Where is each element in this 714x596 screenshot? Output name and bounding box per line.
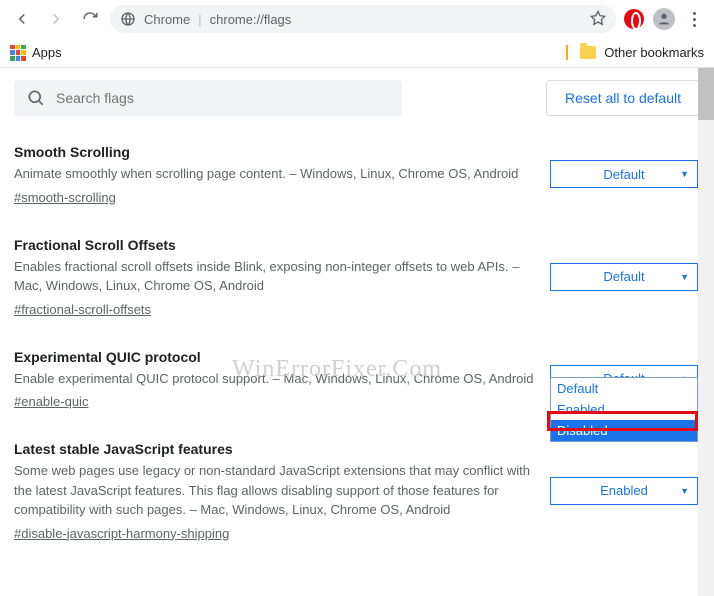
dropdown-option[interactable]: Default xyxy=(551,378,697,399)
folder-icon xyxy=(580,46,596,59)
flag-description: Animate smoothly when scrolling page con… xyxy=(14,164,534,184)
flag-description: Enables fractional scroll offsets inside… xyxy=(14,257,534,296)
flag-title: Experimental QUIC protocol xyxy=(14,349,534,365)
flag-title: Smooth Scrolling xyxy=(14,144,534,160)
flag-select[interactable]: Enabled xyxy=(550,477,698,505)
forward-button[interactable] xyxy=(42,5,70,33)
search-input[interactable] xyxy=(56,90,390,106)
flag-title: Fractional Scroll Offsets xyxy=(14,237,534,253)
flag-title: Latest stable JavaScript features xyxy=(14,441,534,457)
search-icon xyxy=(26,88,46,108)
reset-all-button[interactable]: Reset all to default xyxy=(546,80,700,116)
flag-item: Smooth Scrolling Animate smoothly when sc… xyxy=(14,144,700,205)
flag-item: Fractional Scroll Offsets Enables fractio… xyxy=(14,237,700,317)
flag-anchor[interactable]: #smooth-scrolling xyxy=(14,190,116,205)
flag-anchor[interactable]: #fractional-scroll-offsets xyxy=(14,302,151,317)
flag-description: Enable experimental QUIC protocol suppor… xyxy=(14,369,534,389)
flag-dropdown: DefaultEnabledDisabled xyxy=(550,377,698,442)
addr-url: chrome://flags xyxy=(210,12,292,27)
extension-opera-icon[interactable] xyxy=(622,7,646,31)
flag-select[interactable]: Default xyxy=(550,160,698,188)
bookmark-star-icon[interactable] xyxy=(590,10,606,29)
other-bookmarks[interactable]: Other bookmarks xyxy=(604,45,704,60)
dropdown-option[interactable]: Enabled xyxy=(551,399,697,420)
flag-item: Latest stable JavaScript features Some we… xyxy=(14,441,700,541)
scrollbar-thumb[interactable] xyxy=(698,68,714,120)
addr-separator: | xyxy=(198,12,201,27)
bookmarks-bar: Apps Other bookmarks xyxy=(0,38,714,68)
apps-icon[interactable] xyxy=(10,45,26,61)
search-box[interactable] xyxy=(14,80,402,116)
address-bar[interactable]: Chrome | chrome://flags xyxy=(110,5,616,33)
scrollbar[interactable] xyxy=(698,68,714,596)
flag-anchor[interactable]: #disable-javascript-harmony-shipping xyxy=(14,526,229,541)
flag-select[interactable]: Default xyxy=(550,263,698,291)
reload-button[interactable] xyxy=(76,5,104,33)
dropdown-option[interactable]: Disabled xyxy=(551,420,697,441)
browser-toolbar: Chrome | chrome://flags xyxy=(0,0,714,38)
apps-label[interactable]: Apps xyxy=(32,45,62,60)
kebab-menu[interactable] xyxy=(682,7,706,31)
flag-item: Experimental QUIC protocol Enable experim… xyxy=(14,349,700,410)
flags-content: Reset all to default WinErrorFixer.Com S… xyxy=(0,68,714,585)
flag-description: Some web pages use legacy or non-standar… xyxy=(14,461,534,520)
back-button[interactable] xyxy=(8,5,36,33)
globe-icon xyxy=(120,11,136,27)
flag-anchor[interactable]: #enable-quic xyxy=(14,394,88,409)
addr-label: Chrome xyxy=(144,12,190,27)
profile-avatar[interactable] xyxy=(652,7,676,31)
